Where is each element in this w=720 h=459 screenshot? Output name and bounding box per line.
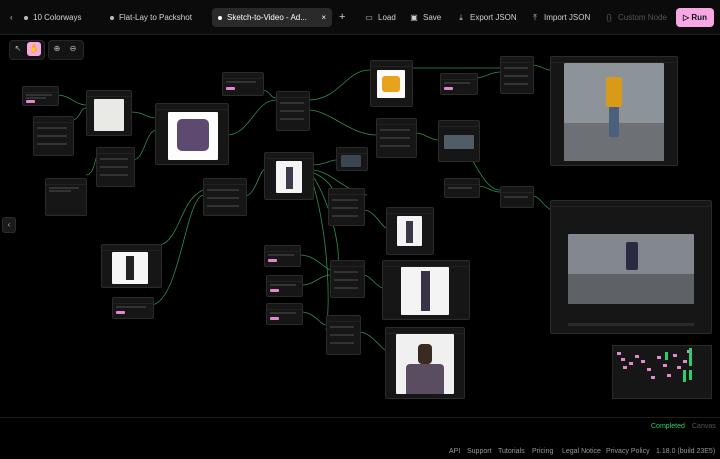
prompt-node[interactable] <box>440 73 478 95</box>
footer-pricing-link[interactable]: Pricing <box>532 448 553 455</box>
video-output-node[interactable] <box>550 200 712 334</box>
prompt-node[interactable] <box>222 72 264 96</box>
side-view-image <box>401 267 449 315</box>
video-frame <box>568 234 694 304</box>
closeup-image <box>396 334 454 394</box>
prompt-node[interactable] <box>266 275 303 297</box>
footer-api-link[interactable]: API <box>449 448 460 455</box>
video-gen-node[interactable] <box>500 56 534 94</box>
model-image <box>276 161 302 193</box>
footer-support-link[interactable]: Support <box>467 448 492 455</box>
model-yellow-jacket-image <box>564 63 664 161</box>
closeup-node[interactable] <box>385 327 465 399</box>
prompt-node[interactable] <box>22 86 59 106</box>
status-completed: Completed <box>651 423 685 430</box>
settings-node[interactable] <box>326 315 361 355</box>
prompt-node[interactable] <box>444 178 480 198</box>
side-view-node[interactable] <box>382 260 470 320</box>
output-image-node[interactable] <box>550 56 678 166</box>
yellow-jacket-image <box>377 70 405 98</box>
sketch-image-node[interactable] <box>86 90 132 136</box>
generate-node[interactable] <box>276 91 310 131</box>
prompt-node[interactable] <box>266 303 303 325</box>
settings-node[interactable] <box>328 188 365 226</box>
yellow-jacket-node[interactable] <box>370 60 413 107</box>
prompt-node[interactable] <box>264 245 301 267</box>
footer-legal-link[interactable]: Legal Notice <box>562 448 601 455</box>
settings-node[interactable] <box>376 118 417 158</box>
settings-node[interactable] <box>330 260 365 298</box>
footer-privacy-link[interactable]: Privacy Policy <box>606 448 650 455</box>
footer-tutorials-link[interactable]: Tutorials <box>498 448 525 455</box>
jacket-image <box>168 112 218 160</box>
generate-node[interactable] <box>203 178 247 216</box>
model-image-node[interactable] <box>264 152 314 200</box>
small-preview-node[interactable] <box>336 147 368 171</box>
prompt-node[interactable] <box>112 297 154 319</box>
settings-node[interactable] <box>33 116 74 156</box>
packshot-image-node[interactable] <box>155 103 229 165</box>
status-canvas: Canvas <box>692 423 716 430</box>
minimap[interactable] <box>612 345 712 399</box>
preview-image <box>444 135 474 149</box>
small-preview-image <box>341 155 361 167</box>
model-node[interactable] <box>96 147 135 187</box>
bottom-panel <box>0 417 720 438</box>
footer-version: 1.18.0 (build 23E5) <box>656 448 716 455</box>
text-prompt-node[interactable] <box>45 178 87 216</box>
video-progress-bar[interactable] <box>568 323 694 326</box>
sketch-image <box>94 99 124 131</box>
preview-node[interactable] <box>438 120 480 162</box>
front-view-image <box>397 216 422 246</box>
front-view-node[interactable] <box>386 207 434 255</box>
video-gen-node[interactable] <box>500 186 534 208</box>
reference-model-node[interactable] <box>101 244 162 288</box>
reference-model-image <box>112 252 148 284</box>
